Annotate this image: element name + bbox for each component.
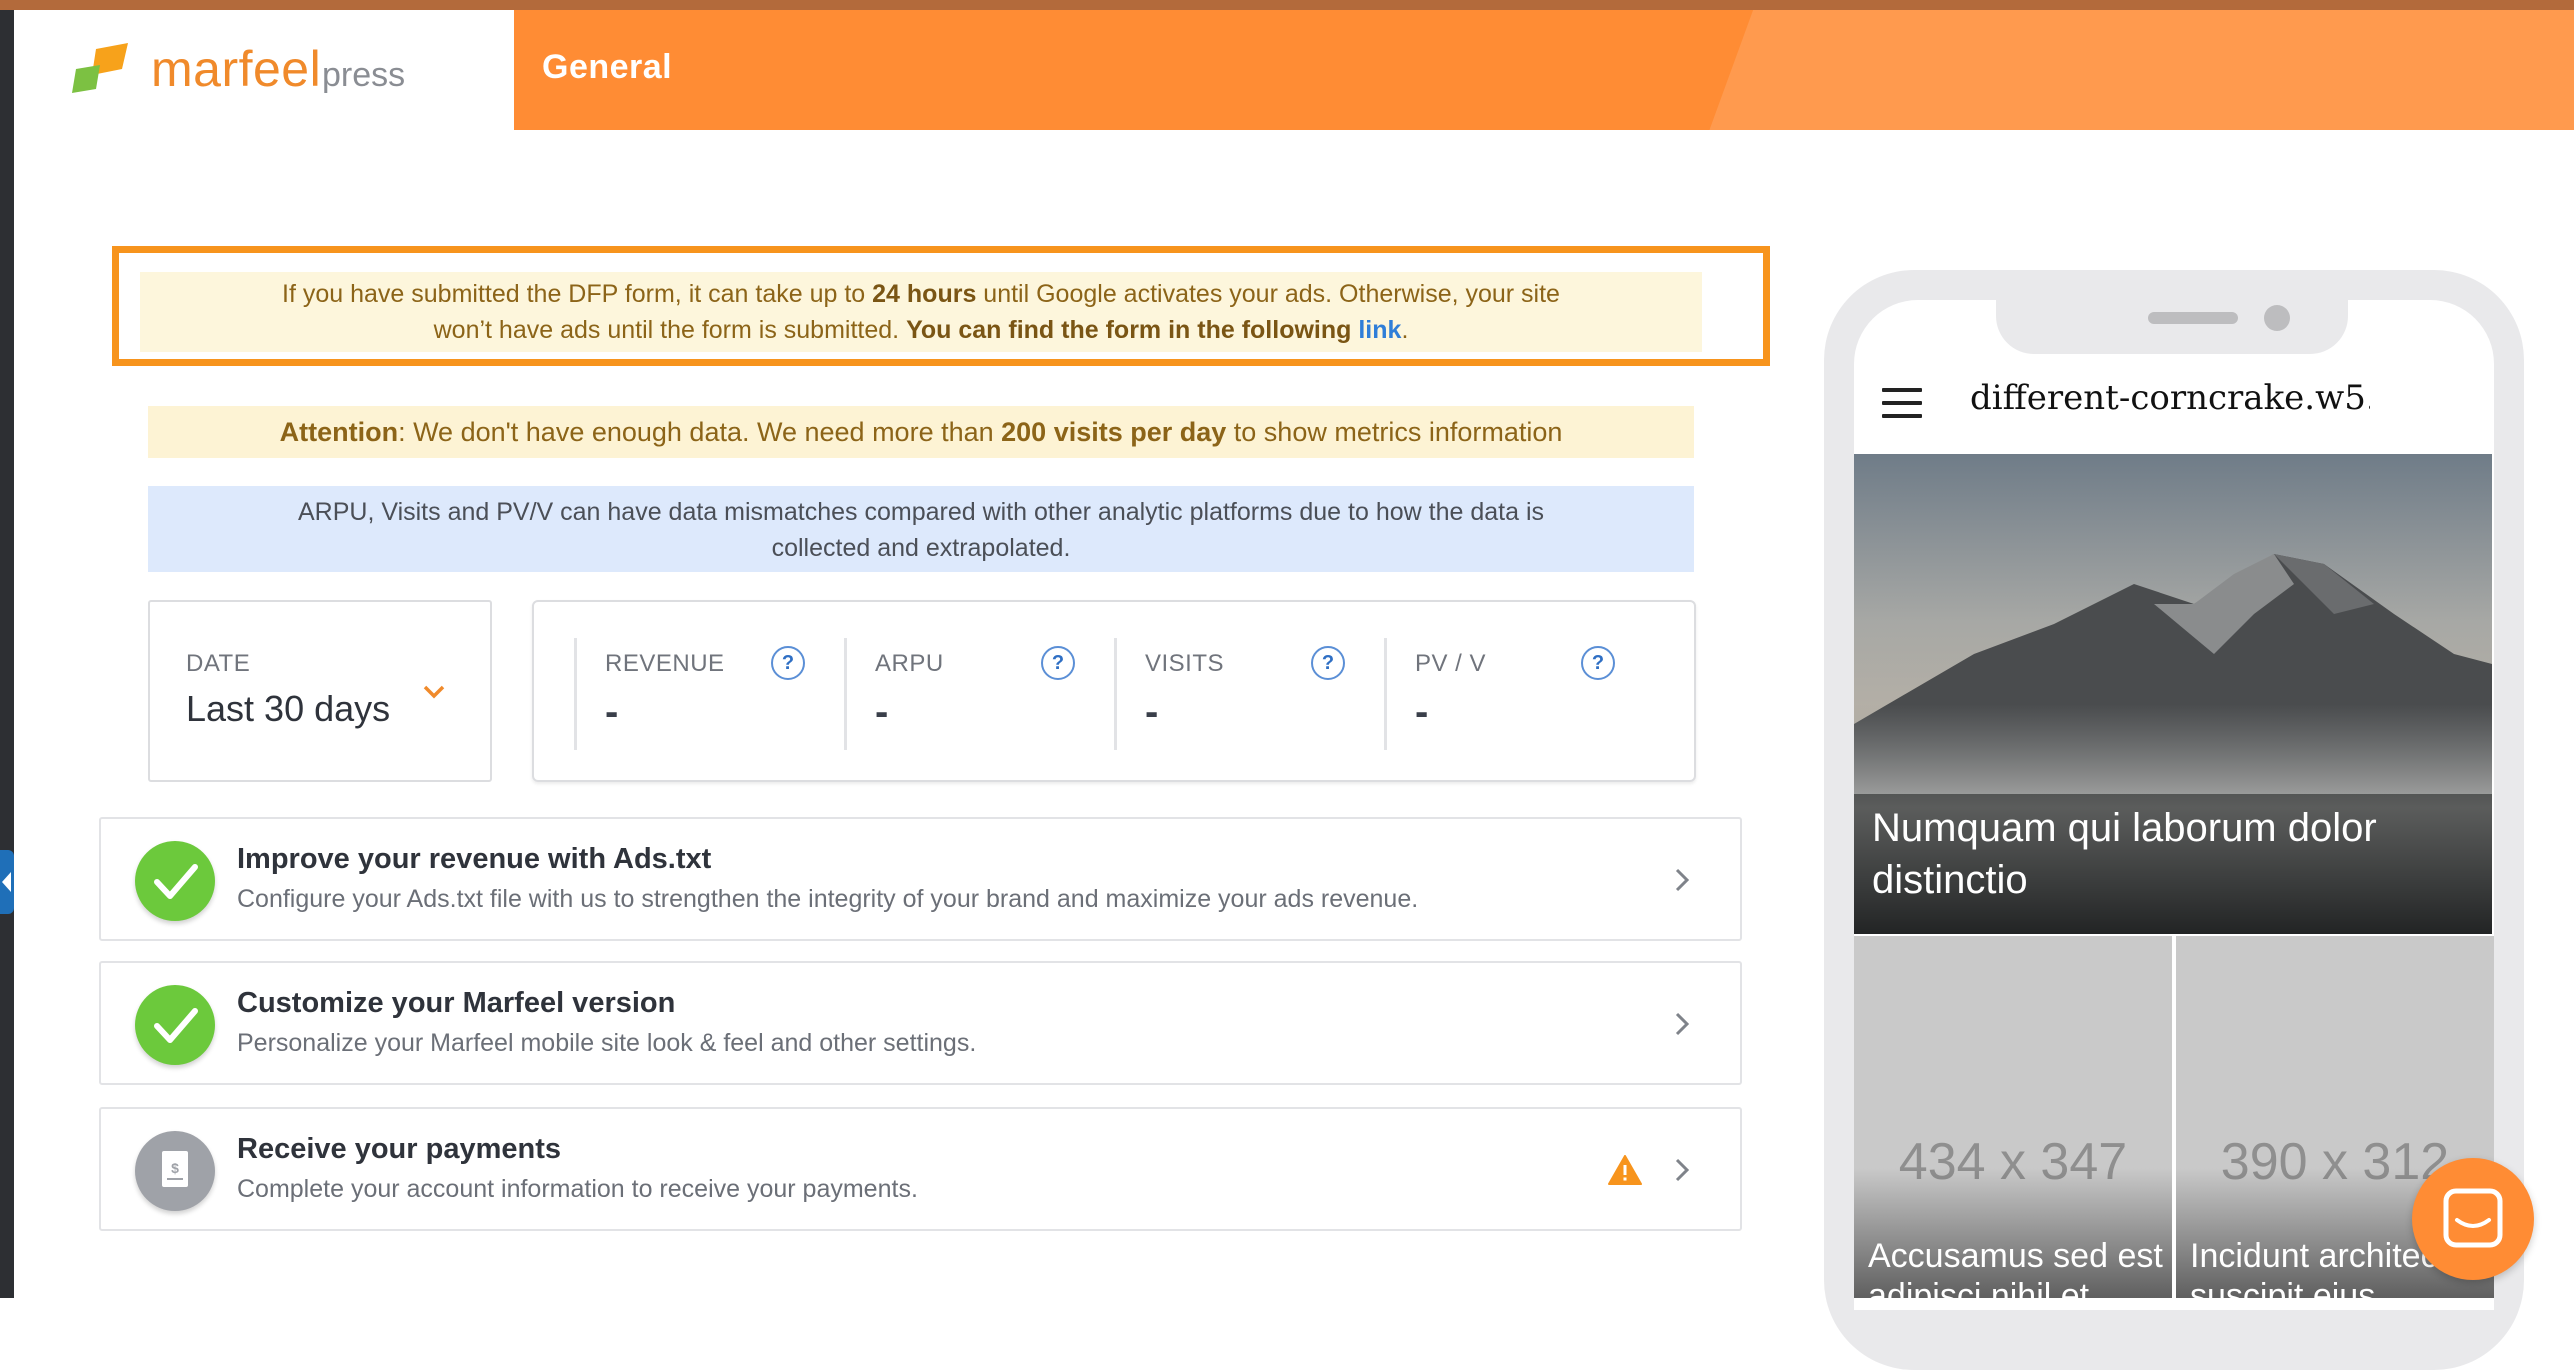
header-bar: General (514, 10, 2574, 130)
task-ads-txt[interactable]: Improve your revenue with Ads.txt Config… (99, 817, 1742, 941)
chevron-right-icon (1675, 1158, 1690, 1182)
task-title: Receive your payments (237, 1133, 561, 1165)
check-icon (135, 985, 215, 1065)
warning-icon (1608, 1155, 1642, 1185)
attention-label: Attention (279, 417, 399, 447)
preview-hero-title: Numquam qui laborum dolor distinctio (1872, 806, 2377, 902)
chevron-right-icon (1675, 868, 1690, 892)
page-title: General (542, 48, 673, 86)
dfp-notice: If you have submitted the DFP form, it c… (140, 272, 1702, 352)
date-label: DATE (186, 650, 251, 677)
metric-visits: VISITS ? - (1114, 638, 1385, 750)
preview-card[interactable]: 434 x 347 Accusamus sed est adipisci nih… (1854, 936, 2172, 1298)
svg-text:$: $ (171, 1160, 179, 1176)
help-icon[interactable]: ? (1041, 646, 1075, 680)
hamburger-menu-icon[interactable] (1882, 388, 1922, 418)
task-description: Configure your Ads.txt file with us to s… (237, 885, 1419, 913)
chat-button[interactable] (2412, 1158, 2534, 1280)
preview-hero-article[interactable]: Numquam qui laborum dolor distinctio (1854, 454, 2492, 934)
date-value: Last 30 days (186, 688, 391, 729)
chevron-right-icon (1675, 1012, 1690, 1036)
preview-site-name: different-corncrake.w5.p (1970, 378, 2370, 418)
dfp-notice-line-1: If you have submitted the DFP form, it c… (282, 280, 1560, 308)
left-sidebar-edge (0, 10, 14, 1298)
check-icon (135, 841, 215, 921)
help-icon[interactable]: ? (1311, 646, 1345, 680)
attention-notice: Attention: We don't have enough data. We… (148, 406, 1694, 458)
phone-camera (2264, 305, 2290, 331)
dfp-notice-line-2: won’t have ads until the form is submitt… (433, 316, 1409, 344)
task-title: Improve your revenue with Ads.txt (237, 843, 712, 875)
sidebar-toggle-tab[interactable] (0, 850, 14, 914)
dfp-form-link[interactable]: link (1358, 316, 1401, 344)
chat-icon (2443, 1188, 2503, 1248)
data-mismatch-notice: ARPU, Visits and PV/V can have data mism… (148, 486, 1694, 572)
top-strip (0, 0, 2574, 10)
help-icon[interactable]: ? (1581, 646, 1615, 680)
header-decoration (1691, 10, 2574, 130)
task-description: Personalize your Marfeel mobile site loo… (237, 1029, 977, 1057)
logo-wordmark: marfeel (151, 41, 322, 97)
phone-speaker (2148, 312, 2238, 324)
task-payments[interactable]: $ Receive your payments Complete your ac… (99, 1107, 1742, 1231)
card-title: Accusamus sed est adipisci nihil et (1868, 1237, 2163, 1298)
marfeel-logo-icon (72, 43, 128, 93)
invoice-icon: $ (135, 1131, 215, 1211)
task-description: Complete your account information to rec… (237, 1175, 918, 1203)
metric-pv-per-visit: PV / V ? - (1384, 638, 1655, 750)
date-range-select[interactable]: DATE Last 30 days (148, 600, 492, 782)
help-icon[interactable]: ? (771, 646, 805, 680)
metric-arpu: ARPU ? - (844, 638, 1115, 750)
task-title: Customize your Marfeel version (237, 987, 676, 1019)
metrics-panel: REVENUE ? - ARPU ? - VISITS ? - PV / V ?… (532, 600, 1696, 782)
metric-revenue: REVENUE ? - (574, 638, 845, 750)
logo[interactable]: marfeel press (14, 10, 514, 130)
logo-product: press (322, 56, 406, 94)
task-customize[interactable]: Customize your Marfeel version Personali… (99, 961, 1742, 1085)
chevron-down-icon (423, 685, 445, 699)
